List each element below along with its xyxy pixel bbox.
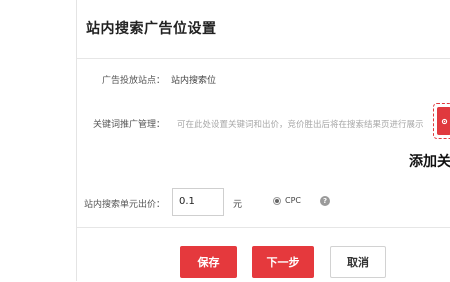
price-unit: 元: [233, 200, 243, 210]
keyword-hint: 可在此处设置关键词和出价，竞价胜出后将在搜索结果页进行展示: [177, 120, 424, 130]
placement-label: 广告投放站点：: [101, 76, 165, 86]
keyword-management-label: 关键词推广管理：: [92, 120, 165, 130]
add-keyword-button[interactable]: [433, 103, 450, 139]
cpc-radio-dot: [275, 199, 279, 203]
gear-icon: [441, 118, 447, 124]
add-keyword-caption: 添加关: [409, 154, 450, 170]
question-icon[interactable]: ?: [320, 196, 330, 206]
cpc-radio[interactable]: [273, 197, 281, 205]
next-step-button[interactable]: 下一步: [252, 246, 314, 278]
add-keyword-button-fill: [437, 107, 450, 135]
save-button[interactable]: 保存: [180, 246, 237, 278]
ad-placement-dialog: 站内搜索广告位设置 广告投放站点： 站内搜索位 关键词推广管理： 可在此处设置关…: [76, 0, 450, 281]
unit-bid-label: 站内搜索单元出价：: [83, 200, 165, 210]
unit-bid-input[interactable]: 0.1: [172, 188, 224, 216]
dialog-title: 站内搜索广告位设置: [86, 21, 217, 37]
cpc-label: CPC: [285, 196, 301, 205]
dialog-header: 站内搜索广告位设置: [77, 0, 450, 59]
cancel-button[interactable]: 取消: [330, 246, 386, 278]
placement-value: 站内搜索位: [171, 76, 217, 86]
